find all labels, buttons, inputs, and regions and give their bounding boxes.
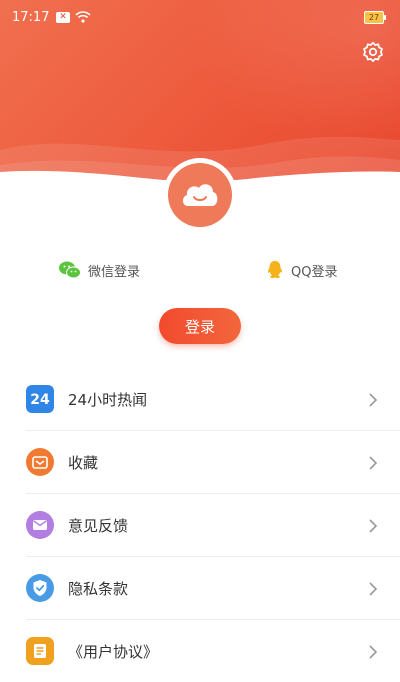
wechat-icon	[59, 261, 81, 279]
chevron-right-icon	[369, 519, 378, 533]
qq-login[interactable]: QQ登录	[265, 260, 337, 280]
chevron-right-icon	[369, 393, 378, 407]
wifi-icon	[75, 11, 91, 23]
shield-check-icon	[26, 574, 54, 602]
menu-list: 24 24小时热闻 收藏 意见反馈 隐私条款 《用户协议》	[0, 368, 400, 682]
login-button[interactable]: 登录	[159, 308, 241, 344]
menu-item-label: 24小时热闻	[68, 390, 148, 409]
wechat-login[interactable]: 微信登录	[58, 260, 140, 280]
menu-item-privacy[interactable]: 隐私条款	[26, 557, 400, 620]
chevron-right-icon	[369, 645, 378, 659]
battery-icon: 27	[364, 11, 386, 24]
chevron-right-icon	[369, 582, 378, 596]
menu-item-label: 隐私条款	[68, 579, 129, 598]
status-time: 17:17	[12, 10, 50, 25]
wechat-login-label: 微信登录	[88, 264, 141, 280]
qq-login-label: QQ登录	[291, 264, 338, 280]
svg-text:24: 24	[30, 392, 50, 408]
avatar[interactable]	[163, 158, 237, 232]
favorite-box-icon	[26, 448, 54, 476]
menu-item-hot-news[interactable]: 24 24小时热闻	[26, 368, 400, 431]
menu-item-label: 意见反馈	[68, 516, 129, 535]
menu-item-label: 《用户协议》	[68, 642, 159, 661]
menu-item-user-agreement[interactable]: 《用户协议》	[26, 620, 400, 682]
menu-item-favorites[interactable]: 收藏	[26, 431, 400, 494]
menu-item-feedback[interactable]: 意见反馈	[26, 494, 400, 557]
document-icon	[26, 637, 54, 665]
hot-news-24-icon: 24	[26, 385, 54, 413]
avatar-circle	[168, 163, 232, 227]
notification-icon: ✕	[56, 12, 70, 23]
chevron-right-icon	[369, 456, 378, 470]
cloud-smile-icon	[182, 184, 218, 206]
qq-icon	[267, 261, 283, 279]
status-bar: 17:17 ✕ 27	[0, 0, 400, 36]
mail-icon	[26, 511, 54, 539]
gear-icon[interactable]	[360, 40, 386, 66]
menu-item-label: 收藏	[68, 453, 99, 472]
